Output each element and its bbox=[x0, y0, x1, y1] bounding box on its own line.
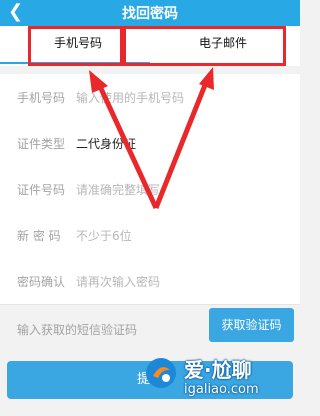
arrow-left-head bbox=[89, 70, 108, 93]
watermark-logo-icon bbox=[146, 358, 176, 388]
watermark-brand: 爱·尬聊 bbox=[184, 358, 252, 382]
arrow-left-line bbox=[95, 80, 159, 210]
arrow-right-line bbox=[153, 79, 210, 209]
arrow-right-head bbox=[199, 67, 214, 90]
watermark: 爱·尬聊 igaliao.com bbox=[140, 350, 300, 406]
watermark-domain: igaliao.com bbox=[184, 382, 259, 397]
